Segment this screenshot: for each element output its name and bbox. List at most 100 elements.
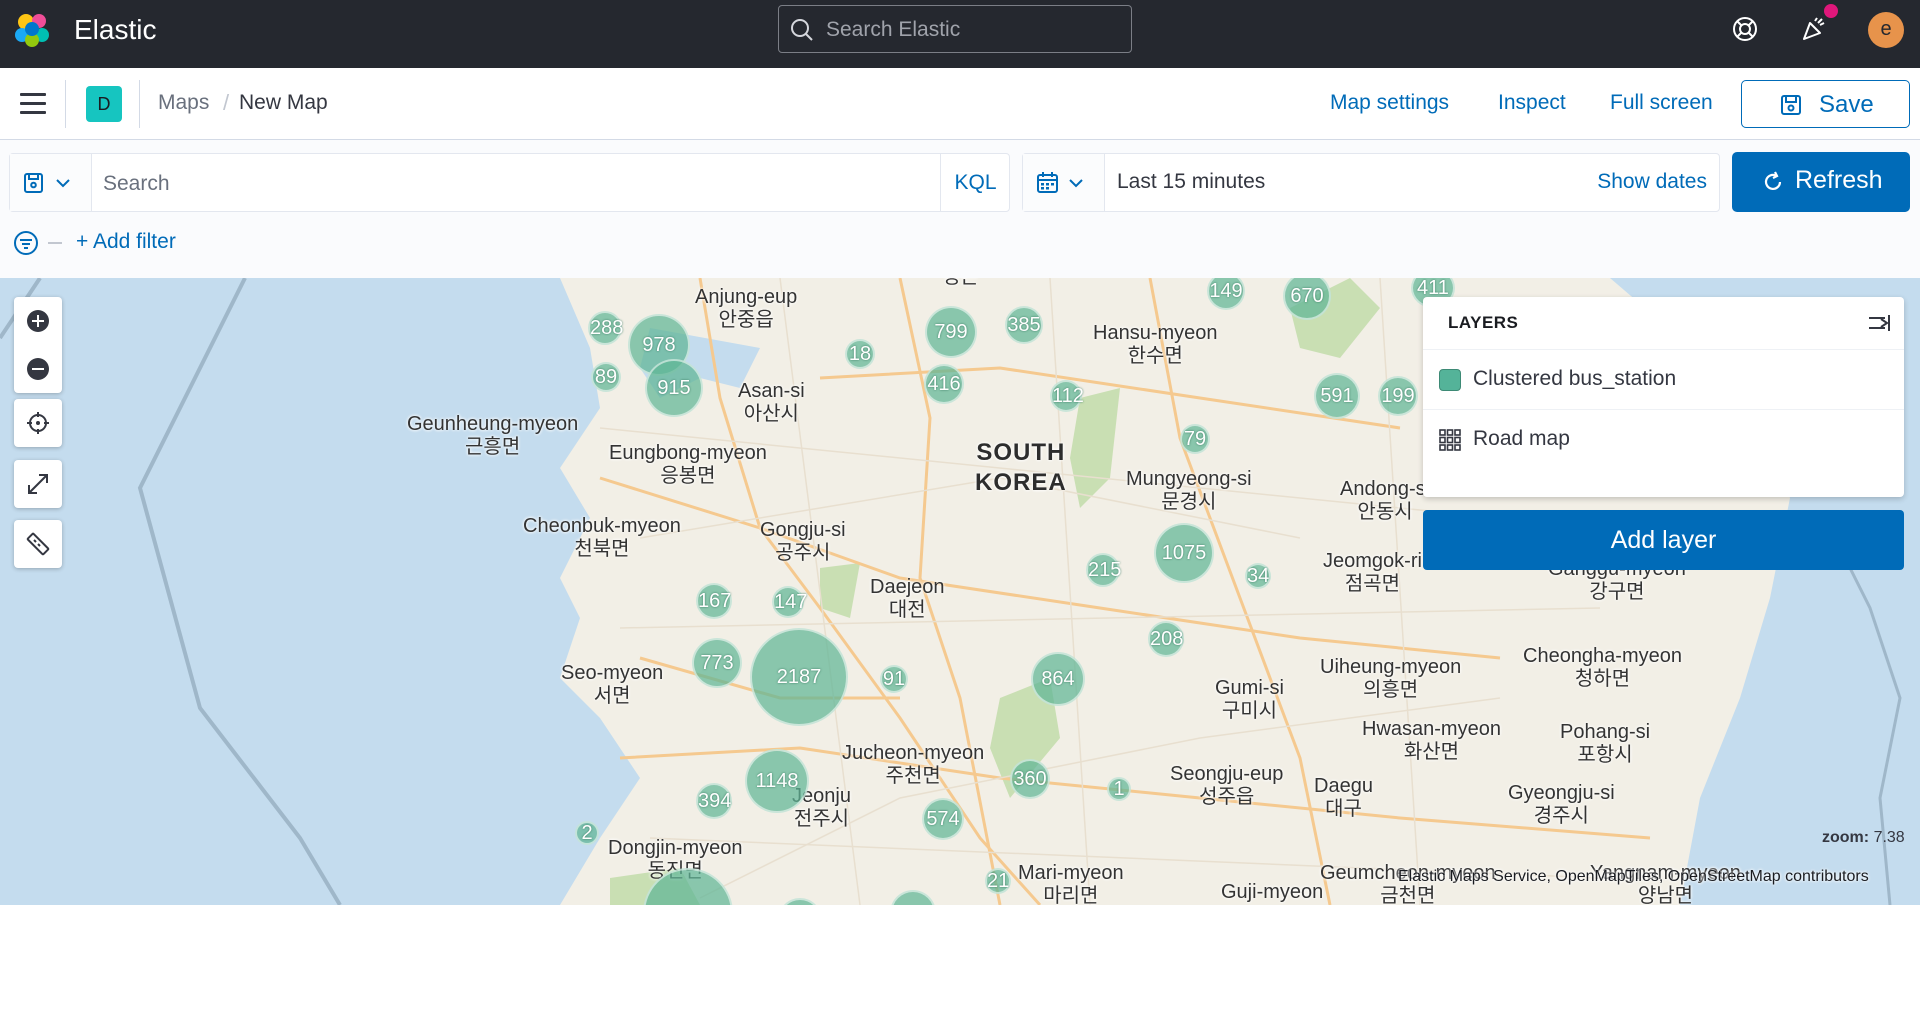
cluster-marker[interactable]: 208 [1148, 621, 1184, 657]
saved-query-menu[interactable] [10, 154, 92, 211]
full-screen-link[interactable]: Full screen [1610, 91, 1713, 115]
place-label: Daegu 대구 [1314, 775, 1373, 820]
query-bar: Search KQL Last 15 minutes Show dates Re… [0, 140, 1920, 278]
refresh-button[interactable]: Refresh [1732, 152, 1910, 212]
global-header: Elastic Search Elastic e [0, 0, 1920, 68]
cluster-marker[interactable]: 1 [1107, 777, 1131, 801]
cluster-marker[interactable]: 89 [591, 362, 621, 392]
layer-name[interactable]: Clustered bus_station [1473, 367, 1676, 391]
set-view-button[interactable] [14, 399, 62, 447]
refresh-button-label: Refresh [1795, 166, 1883, 194]
cluster-marker[interactable]: 1075 [1154, 523, 1214, 583]
place-label: Eungbong-myeon 응봉면 [609, 442, 767, 487]
header-divider [139, 80, 140, 128]
place-label: Andong-si 안동시 [1340, 478, 1431, 523]
menu-toggle-icon[interactable] [20, 93, 46, 115]
cluster-marker[interactable]: 394 [696, 783, 732, 819]
time-range-text[interactable]: Last 15 minutes [1117, 170, 1265, 194]
zoom-value: 7.38 [1873, 829, 1905, 846]
cluster-marker[interactable]: 79 [1180, 424, 1210, 454]
brand-name: Elastic [74, 14, 157, 45]
add-layer-button[interactable]: Add layer [1423, 510, 1904, 570]
place-label: Daejeon 대전 [870, 576, 945, 621]
country-label: SOUTH KOREA [975, 439, 1067, 496]
cluster-marker[interactable]: 2 [575, 821, 599, 845]
cluster-marker[interactable]: 574 [922, 798, 964, 840]
cluster-marker[interactable]: 215 [1086, 553, 1121, 587]
cluster-marker[interactable]: 91 [880, 665, 908, 693]
zoom-out-button[interactable] [14, 345, 62, 393]
cluster-marker[interactable]: 34 [1245, 563, 1271, 589]
save-icon [1781, 95, 1801, 115]
place-label: Pohang-si 포항시 [1560, 721, 1651, 766]
save-button[interactable]: Save [1741, 80, 1910, 128]
cluster-marker[interactable]: 799 [925, 306, 977, 358]
kql-toggle-button[interactable]: KQL [940, 154, 1010, 211]
global-search-input[interactable]: Search Elastic [778, 5, 1132, 53]
crosshair-icon [27, 412, 49, 434]
help-icon[interactable] [1731, 15, 1759, 43]
layers-title: LAYERS [1448, 313, 1519, 332]
cluster-marker[interactable]: 360 [1010, 759, 1050, 799]
place-label: Hwasan-myeon 화산면 [1362, 718, 1501, 763]
fit-to-data-button[interactable] [14, 460, 62, 508]
map-attribution[interactable]: Elastic Maps Service, OpenMapTiles, Open… [1398, 868, 1869, 886]
cluster-marker[interactable]: 199 [1378, 376, 1418, 416]
measure-button[interactable] [14, 520, 62, 568]
place-label: Gyeongju-si 경주시 [1508, 782, 1615, 827]
place-label: Jeomgok-ri 점곡면 [1323, 550, 1422, 595]
place-label: Gumi-si 구미시 [1215, 677, 1284, 722]
show-dates-link[interactable]: Show dates [1597, 170, 1707, 194]
place-label: Cheongha-myeon 청하면 [1523, 645, 1682, 690]
breadcrumb-separator: / [223, 90, 230, 115]
place-label: Asan-si 아산시 [738, 380, 805, 425]
space-selector[interactable]: D [86, 86, 122, 122]
app-header: D Maps / New Map Map settings Inspect Fu… [0, 68, 1920, 140]
place-label: Gongju-si 공주시 [760, 519, 846, 564]
cluster-marker[interactable]: 864 [1031, 652, 1085, 706]
user-avatar[interactable]: e [1868, 12, 1904, 48]
cluster-marker[interactable]: 167 [696, 583, 732, 619]
filter-divider [48, 242, 62, 244]
refresh-icon [1764, 171, 1782, 191]
cluster-marker[interactable]: 915 [645, 359, 703, 417]
place-label: Geunheung-myeon 근흥면 [407, 413, 579, 458]
query-input-group: Search KQL [9, 153, 1010, 212]
quick-date-menu[interactable] [1023, 154, 1105, 211]
breadcrumb-maps[interactable]: Maps [158, 91, 209, 115]
plus-circle-icon [27, 310, 49, 332]
calendar-icon [1037, 172, 1083, 193]
add-filter-button[interactable]: + Add filter [76, 230, 176, 254]
inspect-link[interactable]: Inspect [1498, 91, 1566, 115]
collapse-panel-icon[interactable] [1867, 313, 1891, 333]
cluster-marker[interactable]: 147 [772, 586, 807, 618]
cluster-marker[interactable]: 288 [588, 311, 623, 345]
layer-name[interactable]: Road map [1473, 427, 1570, 451]
layer-row-road-map[interactable]: Road map [1423, 409, 1904, 469]
cluster-marker[interactable]: 385 [1005, 306, 1043, 344]
cluster-marker[interactable]: 21 [985, 868, 1011, 894]
zoom-in-button[interactable] [14, 297, 62, 345]
notification-dot [1824, 4, 1838, 18]
filter-options-icon[interactable] [13, 230, 39, 256]
search-icon [791, 19, 813, 41]
cluster-marker[interactable]: 2187 [750, 628, 848, 726]
cluster-marker[interactable]: 112 [1050, 380, 1084, 412]
map-canvas[interactable]: Anjung-eup 안중읍 Asan-si 아산시 Hansu-myeon 한… [0, 278, 1920, 905]
set-view-control [14, 399, 62, 447]
elastic-logo-icon[interactable] [13, 11, 51, 49]
place-label: Jucheon-myeon 주천면 [842, 742, 985, 787]
place-label: Anjung-eup 안중읍 [695, 286, 798, 331]
cluster-marker[interactable]: 18 [845, 339, 875, 369]
place-label: Hansu-myeon 한수면 [1093, 322, 1218, 367]
query-search-input[interactable]: Search [103, 172, 170, 196]
newsfeed-icon[interactable] [1800, 15, 1828, 43]
cluster-marker[interactable]: 416 [924, 364, 964, 404]
cluster-marker[interactable]: 591 [1314, 373, 1360, 419]
ruler-icon [26, 532, 50, 556]
map-settings-link[interactable]: Map settings [1330, 91, 1449, 115]
cluster-marker[interactable]: 1148 [745, 749, 809, 813]
cluster-marker[interactable]: 773 [692, 638, 742, 688]
layer-row-clustered-bus-station[interactable]: Clustered bus_station [1423, 349, 1904, 409]
minus-circle-icon [27, 358, 49, 380]
